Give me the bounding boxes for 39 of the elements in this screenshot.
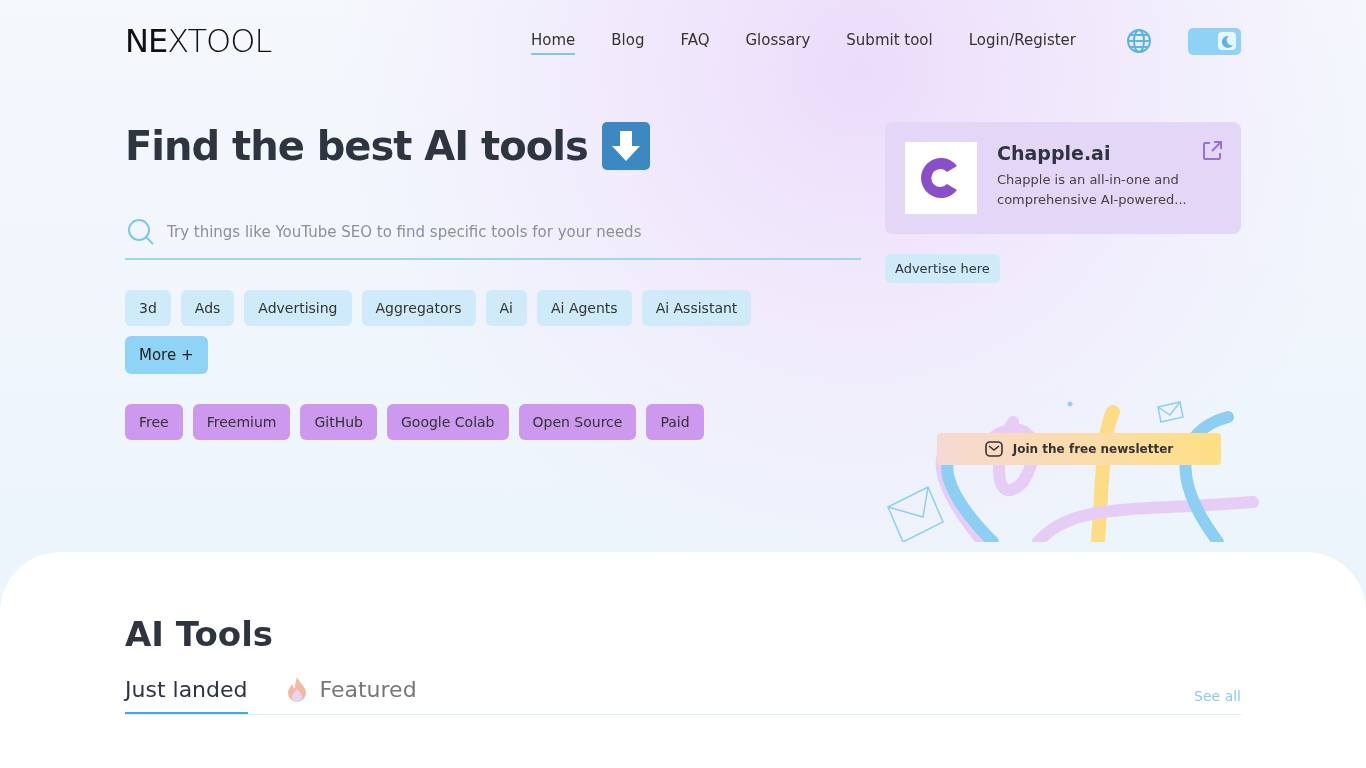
pricing-tag[interactable]: Freemium <box>192 404 291 440</box>
section-title: AI Tools <box>125 614 275 654</box>
category-tag[interactable]: Ads <box>180 290 235 326</box>
newsletter-button[interactable]: Join the free newsletter <box>937 433 1221 465</box>
sponsor-description: Chapple is an all-in-one and comprehensive AI-powered... <box>997 171 1188 209</box>
nav-link[interactable]: Login/Register <box>968 27 1076 55</box>
tab[interactable]: Just landed <box>125 677 248 714</box>
category-tag[interactable]: Ai Assistant <box>641 290 752 326</box>
pricing-tag[interactable]: Open Source <box>518 404 637 440</box>
pricing-tag[interactable]: Paid <box>646 404 704 440</box>
tab[interactable]: Featured <box>285 676 417 714</box>
category-tag[interactable]: Ai <box>485 290 527 326</box>
search-field[interactable]: Try things like YouTube SEO to find specific tools for your needs <box>165 222 859 242</box>
sponsor-card[interactable]: Chapple.ai Chapple is an all-in-one and comprehensive AI-powered... <box>885 122 1241 234</box>
nav-link[interactable]: Home <box>530 27 576 55</box>
logo[interactable]: NEXTOOL <box>125 22 272 60</box>
category-tag[interactable]: Aggregators <box>361 290 476 326</box>
sponsor-name: Chapple.ai <box>997 142 1112 164</box>
more-button[interactable]: More + <box>125 336 208 374</box>
globe-icon[interactable] <box>1126 28 1152 54</box>
category-tag[interactable]: Ai Agents <box>536 290 632 326</box>
envelope-icon <box>984 441 1003 457</box>
flame-icon <box>285 676 308 702</box>
moon-icon <box>1217 31 1237 51</box>
theme-toggle[interactable] <box>1188 27 1241 55</box>
pricing-tag[interactable]: Free <box>125 404 183 440</box>
search-icon <box>127 218 155 246</box>
category-tag[interactable]: 3d <box>125 290 171 326</box>
pricing-tag[interactable]: Google Colab <box>387 404 509 440</box>
advertise-link[interactable]: Advertise here <box>885 254 1000 283</box>
nav-link[interactable]: FAQ <box>680 27 710 55</box>
external-link-icon[interactable] <box>1201 140 1223 162</box>
nav-link[interactable]: Blog <box>611 27 645 55</box>
hero-title: Find the best AI tools <box>125 123 588 169</box>
nav-link[interactable]: Submit tool <box>846 27 933 55</box>
nav-link[interactable]: Glossary <box>745 27 811 55</box>
logo-image <box>905 142 977 214</box>
pricing-tag[interactable]: GitHub <box>300 404 377 440</box>
category-tag[interactable]: Advertising <box>244 290 352 326</box>
